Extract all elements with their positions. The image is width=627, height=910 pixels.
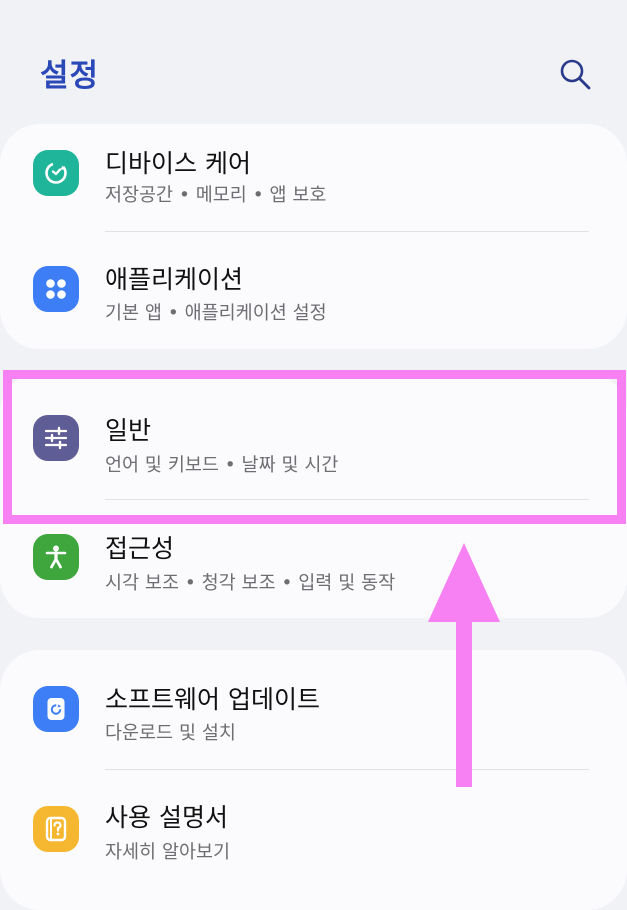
settings-item-subtitle: 자세히 알아보기 — [105, 842, 231, 863]
settings-item-subtitle: 시각 보조 • 청각 보조 • 입력 및 동작 — [105, 573, 396, 594]
accessibility-person-icon — [33, 534, 79, 580]
settings-item-device-care[interactable]: 디바이스 케어 저장공간 • 메모리 • 앱 보호 — [0, 124, 627, 236]
settings-item-general[interactable]: 일반 언어 및 키보드 • 날짜 및 시간 — [0, 373, 627, 499]
settings-item-title: 소프트웨어 업데이트 — [105, 685, 320, 714]
settings-item-title: 디바이스 케어 — [105, 149, 251, 178]
settings-item-title: 애플리케이션 — [105, 265, 244, 294]
search-button[interactable] — [556, 56, 594, 94]
settings-item-title: 사용 설명서 — [105, 803, 228, 832]
search-icon — [560, 59, 591, 90]
settings-card-2: 일반 언어 및 키보드 • 날짜 및 시간 접근성 시각 보조 • 청각 보조 … — [0, 373, 627, 618]
divider — [105, 499, 589, 500]
settings-item-subtitle: 기본 앱 • 애플리케이션 설정 — [105, 303, 327, 324]
device-care-icon — [33, 150, 79, 196]
settings-item-accessibility[interactable]: 접근성 시각 보조 • 청각 보조 • 입력 및 동작 — [0, 503, 627, 615]
sliders-icon — [33, 415, 79, 461]
settings-item-subtitle: 언어 및 키보드 • 날짜 및 시간 — [105, 455, 339, 476]
apps-grid-icon — [33, 266, 79, 312]
settings-item-user-manual[interactable]: 사용 설명서 자세히 알아보기 — [0, 772, 627, 884]
settings-item-software-update[interactable]: 소프트웨어 업데이트 다운로드 및 설치 — [0, 650, 627, 770]
settings-item-subtitle: 다운로드 및 설치 — [105, 723, 236, 744]
settings-item-subtitle: 저장공간 • 메모리 • 앱 보호 — [105, 185, 327, 206]
header: 설정 — [0, 0, 627, 120]
manual-question-icon — [33, 806, 79, 852]
divider — [105, 231, 589, 232]
settings-item-title: 일반 — [105, 416, 152, 445]
settings-card-1: 디바이스 케어 저장공간 • 메모리 • 앱 보호 애플리케이션 기본 앱 • … — [0, 124, 627, 349]
settings-item-applications[interactable]: 애플리케이션 기본 앱 • 애플리케이션 설정 — [0, 236, 627, 348]
page-title: 설정 — [40, 58, 100, 94]
settings-card-3: 소프트웨어 업데이트 다운로드 및 설치 사용 설명서 자세히 알아보기 — [0, 650, 627, 910]
software-update-icon — [33, 686, 79, 732]
settings-item-title: 접근성 — [105, 534, 175, 563]
divider — [105, 769, 589, 770]
